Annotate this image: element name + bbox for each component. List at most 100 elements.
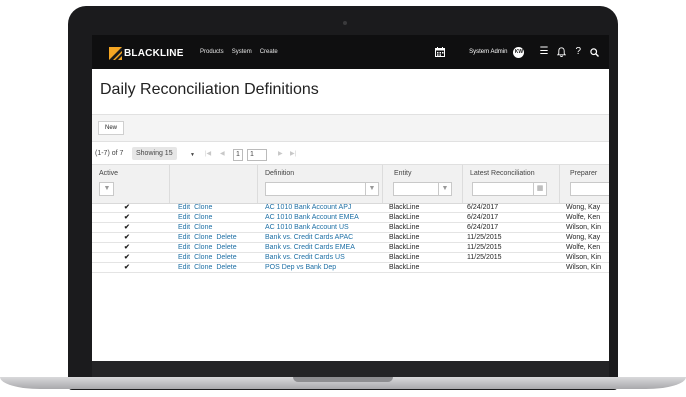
delete-link[interactable]: Delete — [216, 244, 236, 251]
clone-link[interactable]: Clone — [194, 244, 212, 251]
page-title: Daily Reconciliation Definitions — [100, 81, 319, 98]
calendar-icon[interactable]: ▦ — [533, 183, 546, 195]
search-icon[interactable] — [590, 47, 599, 57]
preparer-cell: Wong, Kay — [566, 204, 601, 211]
edit-link[interactable]: Edit — [178, 224, 190, 231]
page-size-select[interactable]: Showing 15 — [132, 147, 177, 160]
definition-link[interactable]: POS Dep vs Bank Dep — [265, 263, 380, 272]
edit-link[interactable]: Edit — [178, 234, 190, 241]
edit-link[interactable]: Edit — [178, 264, 190, 271]
table-row[interactable]: ✔ Edit Clone AC 1010 Bank Account EMEA Bl… — [92, 213, 609, 223]
page-number-input[interactable]: 1 — [233, 149, 243, 161]
active-check-icon: ✔ — [124, 224, 130, 231]
column-divider — [559, 165, 560, 203]
delete-link[interactable]: Delete — [216, 264, 236, 271]
active-check-icon: ✔ — [124, 234, 130, 241]
active-check-icon: ✔ — [124, 204, 130, 211]
row-actions: Edit Clone Delete — [178, 263, 241, 272]
clone-link[interactable]: Clone — [194, 214, 212, 221]
entity-cell: BlackLine — [389, 224, 420, 231]
list-icon[interactable]: ☰ — [539, 47, 548, 57]
table-row[interactable]: ✔ Edit Clone Delete Bank vs. Credit Cards … — [92, 253, 609, 263]
active-check-icon: ✔ — [124, 214, 130, 221]
definition-link[interactable]: AC 1010 Bank Account APJ — [265, 203, 380, 212]
entity-cell: BlackLine — [389, 204, 420, 211]
definition-link[interactable]: AC 1010 Bank Account EMEA — [265, 213, 380, 222]
filter-icon[interactable]: ▼ — [365, 183, 378, 195]
preparer-cell: Wilson, Kin — [566, 224, 602, 231]
next-page-icon[interactable]: ▶ — [278, 150, 283, 157]
row-actions: Edit Clone Delete — [178, 243, 241, 252]
column-header-latest-reconciliation[interactable]: Latest Reconciliation — [470, 170, 535, 177]
edit-link[interactable]: Edit — [178, 214, 190, 221]
table-row[interactable]: ✔ Edit Clone Delete Bank vs. Credit Cards … — [92, 233, 609, 243]
bell-icon[interactable] — [557, 47, 567, 57]
clone-link[interactable]: Clone — [194, 224, 212, 231]
nav-products[interactable]: Products — [200, 49, 224, 55]
clone-link[interactable]: Clone — [194, 204, 212, 211]
brand-name: BLACKLINE — [124, 47, 184, 59]
preparer-filter-input[interactable] — [570, 182, 609, 196]
delete-link[interactable]: Delete — [216, 254, 236, 261]
table-row[interactable]: ✔ Edit Clone Delete POS Dep vs Bank Dep Bl… — [92, 263, 609, 273]
column-header-active[interactable]: Active — [99, 170, 118, 177]
latest-reconciliation-cell: 11/25/2015 — [467, 234, 502, 241]
filter-icon[interactable]: ▼ — [101, 183, 113, 195]
latest-reconciliation-cell: 11/25/2015 — [467, 254, 502, 261]
entity-cell: BlackLine — [389, 254, 420, 261]
table-row[interactable]: ✔ Edit Clone AC 1010 Bank Account US Blac… — [92, 223, 609, 233]
delete-link[interactable]: Delete — [216, 234, 236, 241]
definition-filter-input[interactable]: ▼ — [265, 182, 379, 196]
column-header-entity[interactable]: Entity — [394, 170, 412, 177]
row-actions: Edit Clone — [178, 223, 216, 232]
clone-link[interactable]: Clone — [194, 264, 212, 271]
clone-link[interactable]: Clone — [194, 234, 212, 241]
blackline-logo[interactable]: BLACKLINE — [109, 46, 184, 60]
table-row[interactable]: ✔ Edit Clone AC 1010 Bank Account APJ Bla… — [92, 203, 609, 213]
latest-reconciliation-cell: 6/24/2017 — [467, 214, 499, 221]
page-total: 1 — [247, 149, 267, 161]
record-count: (1-7) of 7 — [95, 150, 124, 157]
filter-icon[interactable]: ▼ — [438, 183, 451, 195]
new-button[interactable]: New — [98, 121, 125, 135]
camera — [343, 21, 347, 25]
preparer-cell: Wilson, Kin — [566, 254, 602, 261]
definition-link[interactable]: AC 1010 Bank Account US — [265, 223, 380, 232]
definition-link[interactable]: Bank vs. Credit Cards EMEA — [265, 243, 380, 252]
column-header-definition[interactable]: Definition — [265, 170, 294, 177]
column-header-preparer[interactable]: Preparer — [570, 170, 597, 177]
definition-link[interactable]: Bank vs. Credit Cards APAC — [265, 233, 380, 242]
column-divider — [169, 165, 170, 203]
nav-system[interactable]: System — [232, 49, 252, 55]
avatar[interactable]: KW — [513, 46, 525, 58]
latest-reconciliation-cell: 6/24/2017 — [467, 204, 499, 211]
laptop-notch — [293, 377, 393, 382]
edit-link[interactable]: Edit — [178, 204, 190, 211]
first-page-icon[interactable]: |◀ — [205, 150, 211, 157]
entity-cell: BlackLine — [389, 214, 420, 221]
row-actions: Edit Clone — [178, 213, 216, 222]
help-icon[interactable]: ? — [575, 47, 581, 57]
table-row[interactable]: ✔ Edit Clone Delete Bank vs. Credit Cards … — [92, 243, 609, 253]
last-page-icon[interactable]: ▶| — [290, 150, 296, 157]
column-divider — [462, 165, 463, 203]
clone-link[interactable]: Clone — [194, 254, 212, 261]
user-name[interactable]: System Admin — [469, 49, 507, 55]
main-nav: Products System Create — [200, 49, 278, 55]
entity-cell: BlackLine — [389, 264, 420, 271]
prev-page-icon[interactable]: ◀ — [220, 150, 225, 157]
latest-reconciliation-filter-input[interactable]: ▦ — [472, 182, 547, 196]
preparer-cell: Wolfe, Ken — [566, 244, 601, 251]
definition-link[interactable]: Bank vs. Credit Cards US — [265, 253, 380, 262]
chevron-down-icon[interactable]: ▼ — [190, 152, 195, 158]
edit-link[interactable]: Edit — [178, 244, 190, 251]
entity-filter-input[interactable]: ▼ — [393, 182, 452, 196]
active-filter[interactable]: ▼ — [99, 182, 114, 196]
edit-link[interactable]: Edit — [178, 254, 190, 261]
calendar-icon[interactable] — [435, 47, 446, 57]
nav-create[interactable]: Create — [260, 49, 278, 55]
entity-cell: BlackLine — [389, 234, 420, 241]
page-size-label: Showing 15 — [136, 150, 173, 157]
active-check-icon: ✔ — [124, 264, 130, 271]
toolbar: New — [92, 114, 609, 142]
